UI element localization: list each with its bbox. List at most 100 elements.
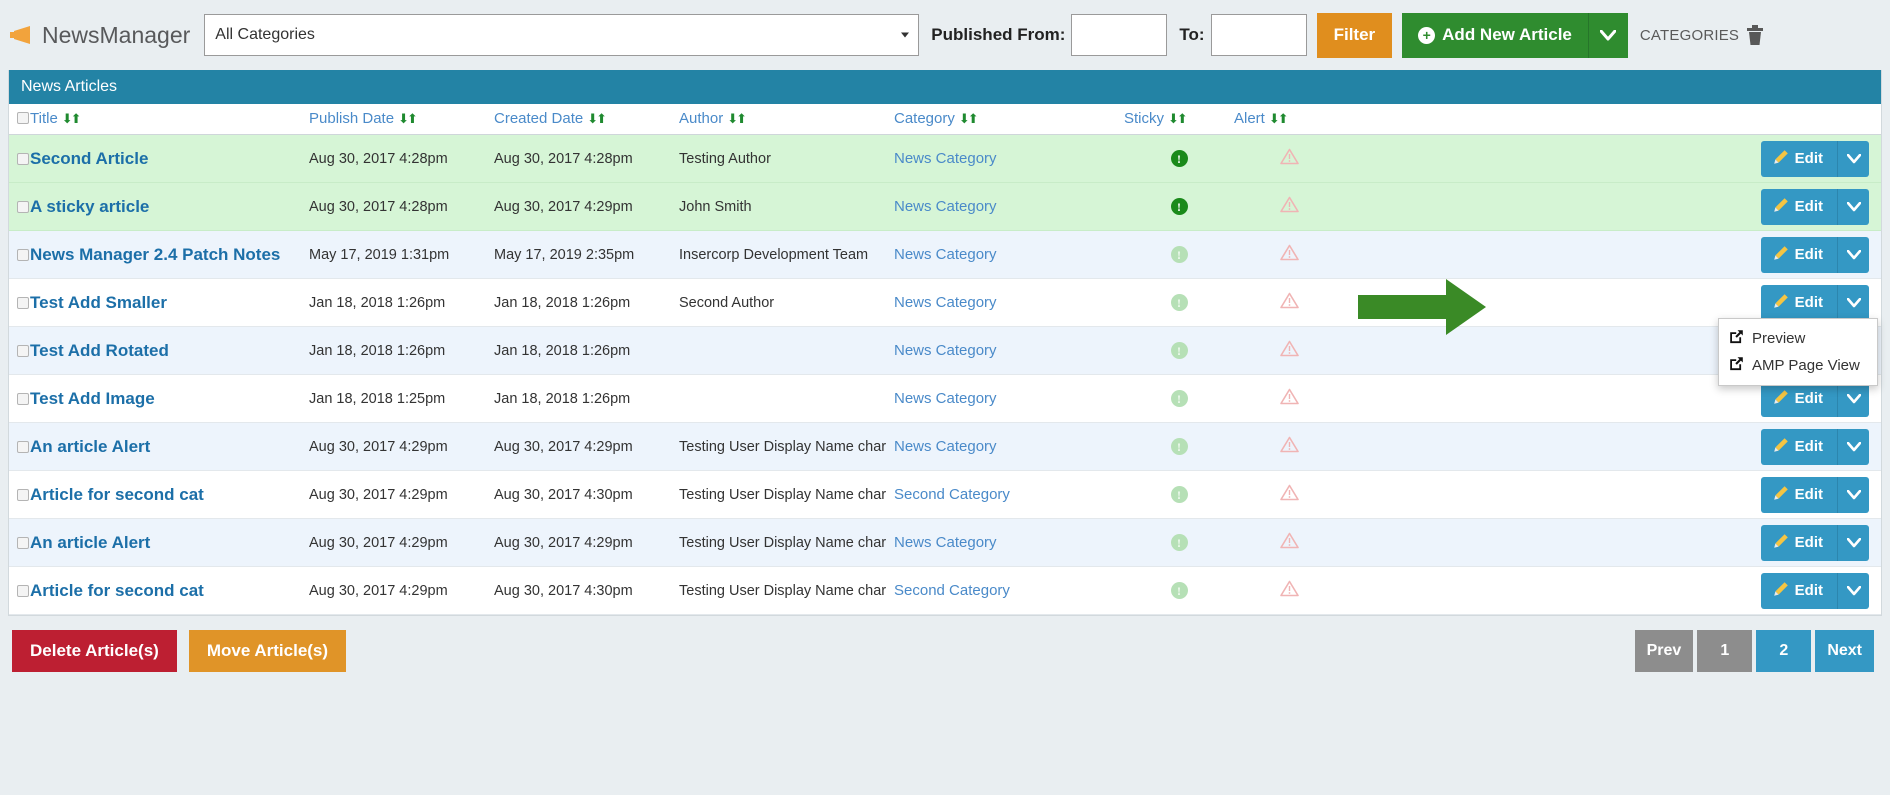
delete-articles-button[interactable]: Delete Article(s) [12,630,177,672]
categories-link[interactable]: CATEGORIES [1640,27,1739,44]
cell-sticky: ! [1124,230,1234,279]
pagination-button-2[interactable]: 2 [1756,630,1812,672]
article-title-link[interactable]: Test Add Smaller [30,293,167,312]
pagination-button-1[interactable]: 1 [1697,630,1753,672]
sticky-indicator-icon: ! [1170,246,1188,263]
row-checkbox[interactable] [17,344,29,357]
article-title-link[interactable]: Article for second cat [30,485,204,504]
sort-icon[interactable]: ⬇⬆ [62,111,82,126]
pagination-button-prev[interactable]: Prev [1634,630,1694,672]
sort-icon[interactable]: ⬇⬆ [587,111,607,126]
trash-icon[interactable] [1745,24,1765,46]
add-new-article-dropdown-toggle[interactable] [1587,12,1628,58]
row-actions-dropdown-toggle[interactable] [1837,284,1869,321]
row-checkbox[interactable] [17,536,29,549]
cell-author: Testing User Display Name char [679,422,894,471]
row-checkbox[interactable] [17,584,29,597]
category-link[interactable]: News Category [894,150,997,167]
category-link[interactable]: News Category [894,534,997,551]
row-actions-dropdown-toggle[interactable] [1837,140,1869,177]
row-actions-dropdown-toggle[interactable] [1837,572,1869,609]
add-new-article-button[interactable]: + Add New Article [1402,12,1588,58]
cell-actions: Edit [1344,230,1881,279]
row-actions-dropdown-toggle[interactable] [1837,236,1869,273]
move-articles-button[interactable]: Move Article(s) [188,630,347,672]
category-link[interactable]: Second Category [894,582,1010,599]
article-title-link[interactable]: An article Alert [30,533,150,552]
edit-button[interactable]: Edit [1760,476,1837,513]
edit-label: Edit [1794,198,1823,215]
cell-sticky: ! [1124,182,1234,231]
sort-icon[interactable]: ⬇⬆ [959,111,979,126]
cell-created-date: Aug 30, 2017 4:29pm [494,182,679,231]
select-all-checkbox[interactable] [17,112,29,124]
category-link[interactable]: News Category [894,390,997,407]
row-checkbox[interactable] [17,440,29,453]
article-title-link[interactable]: Second Article [30,149,148,168]
cell-publish-date: Aug 30, 2017 4:29pm [309,422,494,471]
edit-button[interactable]: Edit [1760,572,1837,609]
column-header-title[interactable]: Title ⬇⬆ [9,104,309,135]
alert-warning-icon [1279,148,1299,169]
edit-button[interactable]: Edit [1760,428,1837,465]
cell-alert [1234,566,1344,615]
article-title-link[interactable]: Test Add Rotated [30,341,169,360]
row-actions-dropdown-toggle[interactable] [1837,524,1869,561]
column-header-author[interactable]: Author ⬇⬆ [679,104,894,135]
column-header-sticky[interactable]: Sticky ⬇⬆ [1124,104,1234,135]
cell-title: Test Add Rotated [9,326,309,375]
category-link[interactable]: News Category [894,246,997,263]
sort-icon[interactable]: ⬇⬆ [727,111,747,126]
column-header-publish-date[interactable]: Publish Date ⬇⬆ [309,104,494,135]
category-link[interactable]: News Category [894,294,997,311]
category-link[interactable]: Second Category [894,486,1010,503]
sort-icon[interactable]: ⬇⬆ [1168,111,1188,126]
edit-button[interactable]: Edit [1760,188,1837,225]
column-header-alert[interactable]: Alert ⬇⬆ [1234,104,1344,135]
published-from-label: Published From: [931,25,1066,44]
row-checkbox[interactable] [17,392,29,405]
edit-button[interactable]: Edit [1760,524,1837,561]
column-label: Author [679,110,724,127]
filter-button[interactable]: Filter [1316,12,1393,58]
category-link[interactable]: News Category [894,438,997,455]
article-title-link[interactable]: Test Add Image [30,389,155,408]
sort-icon[interactable]: ⬇⬆ [398,111,418,126]
cell-publish-date: May 17, 2019 1:31pm [309,230,494,279]
cell-sticky: ! [1124,278,1234,327]
row-checkbox[interactable] [17,200,29,213]
row-checkbox[interactable] [17,296,29,309]
table-header-row: Title ⬇⬆ Publish Date ⬇⬆ Created Date ⬇⬆ Au… [9,104,1881,135]
column-label: Created Date [494,110,584,127]
row-checkbox[interactable] [17,248,29,261]
row-checkbox[interactable] [17,152,29,165]
menu-item-amp-page-view[interactable]: AMP Page View [1719,352,1877,379]
column-header-created-date[interactable]: Created Date ⬇⬆ [494,104,679,135]
article-title-link[interactable]: Article for second cat [30,581,204,600]
category-link[interactable]: News Category [894,198,997,215]
cell-created-date: Aug 30, 2017 4:30pm [494,566,679,615]
table-row: Test Add Rotated Jan 18, 2018 1:26pm Jan 1… [9,326,1881,375]
column-label: Alert [1234,110,1265,127]
article-title-link[interactable]: An article Alert [30,437,150,456]
pagination-button-next[interactable]: Next [1815,630,1874,672]
row-actions-dropdown-toggle[interactable] [1837,476,1869,513]
article-title-link[interactable]: A sticky article [30,197,149,216]
cell-title: An article Alert [9,518,309,567]
row-actions-dropdown-toggle[interactable] [1837,188,1869,225]
category-link[interactable]: News Category [894,342,997,359]
sort-icon[interactable]: ⬇⬆ [1269,111,1289,126]
row-checkbox[interactable] [17,488,29,501]
category-select[interactable]: All Categories [204,14,920,56]
article-title-link[interactable]: News Manager 2.4 Patch Notes [30,245,280,264]
table-row: Article for second cat Aug 30, 2017 4:29p… [9,566,1881,615]
row-actions-dropdown-toggle[interactable] [1837,428,1869,465]
edit-button[interactable]: Edit [1760,284,1837,321]
menu-item-preview[interactable]: Preview [1719,325,1877,352]
edit-button[interactable]: Edit [1760,140,1837,177]
column-header-category[interactable]: Category ⬇⬆ [894,104,1124,135]
cell-created-date: Jan 18, 2018 1:26pm [494,326,679,375]
published-from-input[interactable] [1071,14,1168,56]
published-to-input[interactable] [1210,14,1307,56]
edit-button[interactable]: Edit [1760,236,1837,273]
